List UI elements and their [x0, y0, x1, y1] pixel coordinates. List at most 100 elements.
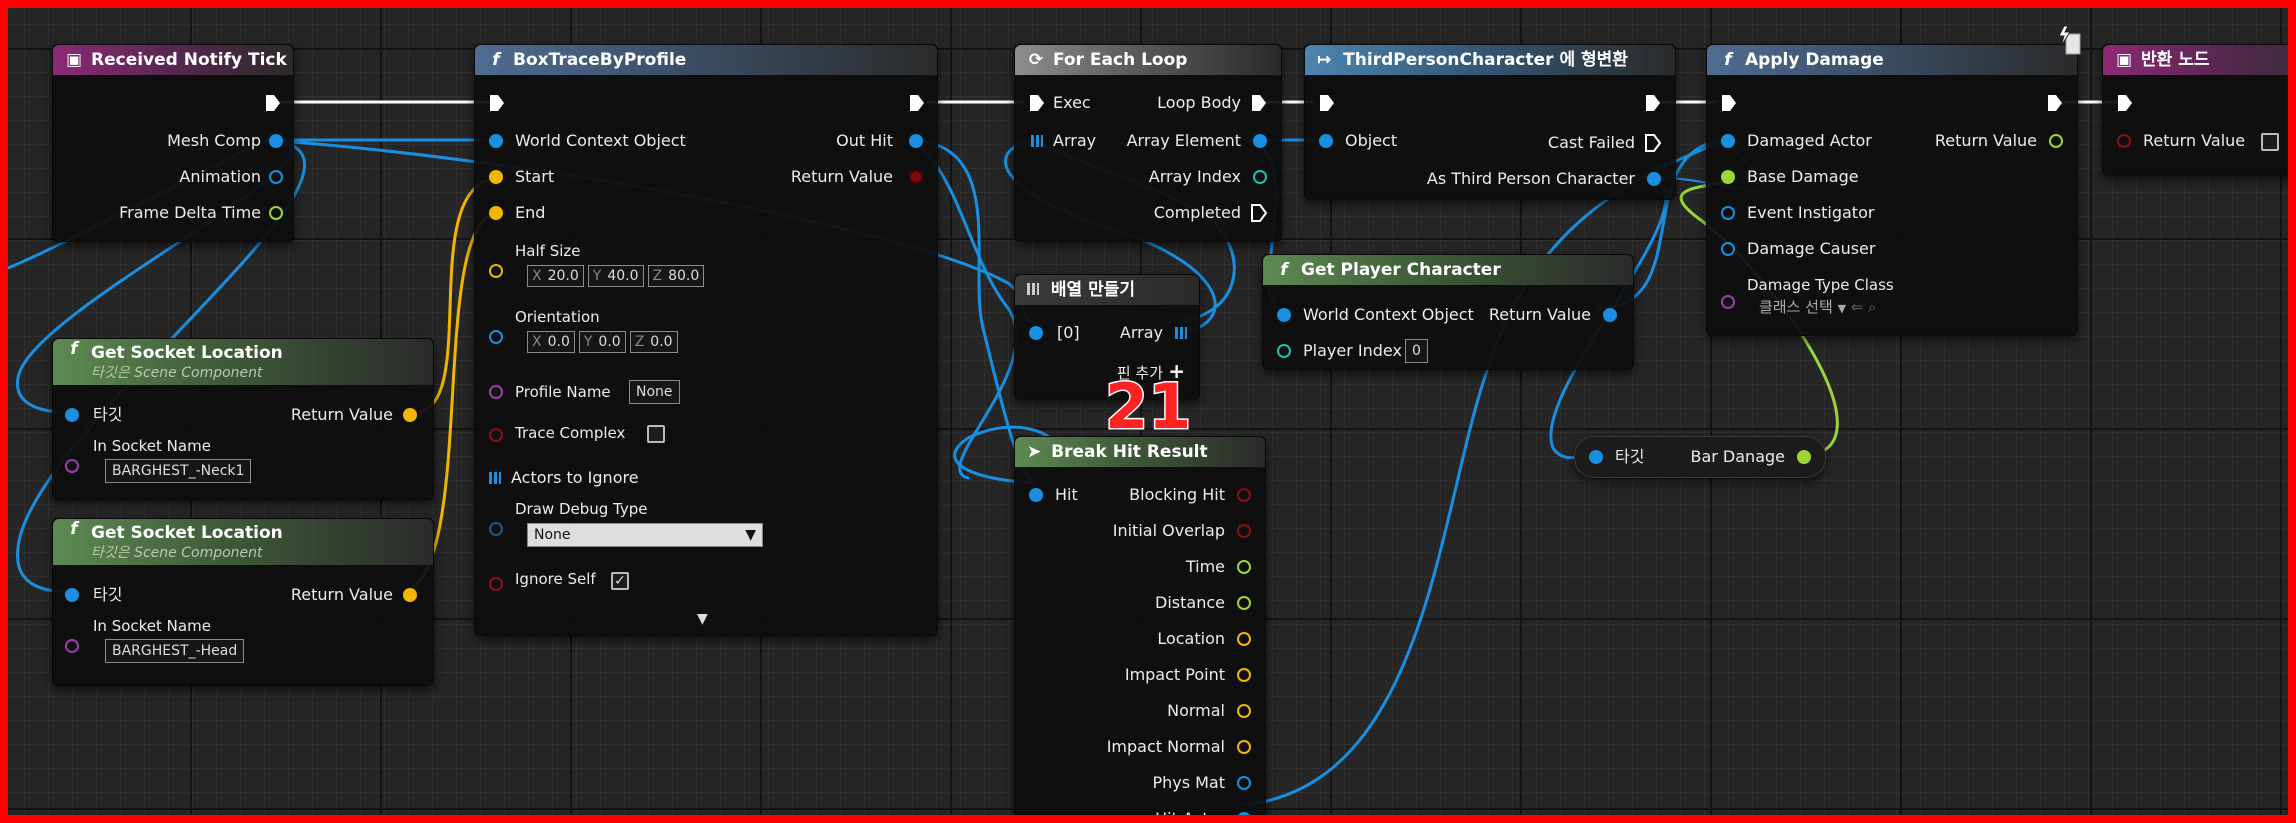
return-node[interactable]: ▣ 반환 노드 Return Value — [2102, 44, 2288, 176]
exec-out-pin[interactable] — [1645, 94, 1661, 112]
completed-pin[interactable] — [1251, 204, 1267, 222]
return-value-pin[interactable] — [2049, 134, 2063, 148]
distance-pin[interactable] — [1237, 596, 1251, 610]
get-player-character-node[interactable]: f Get Player Character World Context Obj… — [1262, 254, 1634, 370]
damage-causer-pin[interactable] — [1721, 242, 1735, 256]
time-pin[interactable] — [1237, 560, 1251, 574]
animation-pin[interactable] — [269, 170, 283, 184]
orientation-y-field[interactable]: Y 0.0 — [578, 331, 626, 353]
array-pin[interactable] — [1031, 135, 1043, 147]
frame-delta-time-pin[interactable] — [269, 206, 283, 220]
end-pin[interactable] — [489, 206, 503, 220]
cast-failed-pin[interactable] — [1645, 134, 1661, 152]
apply-damage-node[interactable]: f Apply Damage Damaged Actor Return Valu… — [1706, 44, 2078, 336]
orientation-z-field[interactable]: Z 0.0 — [629, 331, 678, 353]
trace-complex-checkbox[interactable] — [647, 425, 665, 443]
profile-name-pin[interactable] — [489, 385, 503, 399]
return-value-checkbox[interactable] — [2261, 133, 2279, 151]
blueprint-graph-canvas[interactable]: ▣ Received Notify Tick Mesh Comp Animati… — [8, 8, 2288, 815]
array-index-pin[interactable] — [1253, 170, 1267, 184]
exec-in-pin[interactable] — [1319, 94, 1335, 112]
draw-debug-type-pin[interactable] — [489, 522, 503, 536]
player-index-field[interactable]: 0 — [1405, 339, 1428, 363]
half-size-vector[interactable]: X 20.0 Y 40.0 Z 80.0 — [527, 265, 705, 287]
bar-damage-pin[interactable] — [1797, 450, 1811, 464]
loop-body-pin[interactable] — [1251, 94, 1267, 112]
back-arrow-icon[interactable]: ⇐ — [1851, 298, 1864, 316]
half-size-pin[interactable] — [489, 264, 503, 278]
in-socket-name-pin[interactable] — [65, 639, 79, 653]
received-notify-tick-node[interactable]: ▣ Received Notify Tick Mesh Comp Animati… — [52, 44, 294, 242]
impact-point-pin[interactable] — [1237, 668, 1251, 682]
as-third-person-character-pin[interactable] — [1647, 172, 1661, 186]
in-socket-name-pin[interactable] — [65, 459, 79, 473]
location-pin[interactable] — [1237, 632, 1251, 646]
exec-out-pin[interactable] — [2047, 94, 2063, 112]
advanced-expand-icon[interactable]: ▼ — [697, 611, 708, 627]
mesh-comp-pin[interactable] — [269, 134, 283, 148]
actors-to-ignore-pin[interactable] — [489, 472, 501, 484]
return-value-pin[interactable] — [909, 170, 923, 184]
ignore-self-checkbox[interactable]: ✓ — [611, 572, 629, 590]
for-each-loop-node[interactable]: ⟳ For Each Loop Exec Loop Body Array Arr… — [1014, 44, 1282, 242]
damaged-actor-pin[interactable] — [1721, 134, 1735, 148]
array-out-pin[interactable] — [1175, 327, 1187, 339]
ignore-self-pin[interactable] — [489, 577, 503, 591]
damaged-actor-label: Damaged Actor — [1747, 131, 1872, 150]
search-icon[interactable]: ⌕ — [1868, 298, 1876, 316]
draw-debug-type-dropdown[interactable]: None ▼ — [527, 523, 763, 547]
initial-overlap-pin[interactable] — [1237, 524, 1251, 538]
phys-mat-pin[interactable] — [1237, 776, 1251, 790]
base-damage-pin[interactable] — [1721, 170, 1735, 184]
cast-to-third-person-character-node[interactable]: ↦ ThirdPersonCharacter 에 형변환 Object Cast… — [1304, 44, 1676, 200]
bar-damage-variable-node[interactable]: 타깃 Bar Danage — [1574, 436, 1826, 478]
node-title: Apply Damage — [1745, 50, 1884, 70]
item-0-pin[interactable] — [1029, 326, 1043, 340]
target-pin[interactable] — [65, 408, 79, 422]
hit-pin[interactable] — [1029, 488, 1043, 502]
exec-in-pin[interactable] — [1721, 94, 1737, 112]
half-size-x-field[interactable]: X 20.0 — [527, 265, 584, 287]
target-pin[interactable] — [65, 588, 79, 602]
out-hit-pin[interactable] — [909, 134, 923, 148]
hit-actor-pin[interactable] — [1237, 812, 1251, 815]
exec-out-pin[interactable] — [909, 94, 925, 112]
normal-pin[interactable] — [1237, 704, 1251, 718]
trace-complex-pin[interactable] — [489, 428, 503, 442]
damage-type-class-pin[interactable] — [1721, 295, 1735, 309]
box-trace-by-profile-node[interactable]: f BoxTraceByProfile World Context Object… — [474, 44, 938, 636]
hit-label: Hit — [1055, 485, 1078, 504]
exec-out-pin[interactable] — [265, 94, 281, 112]
exec-in-pin[interactable] — [1029, 94, 1045, 112]
return-value-pin[interactable] — [1603, 308, 1617, 322]
orientation-pin[interactable] — [489, 330, 503, 344]
node-title: 반환 노드 — [2141, 50, 2210, 70]
array-element-pin[interactable] — [1253, 134, 1267, 148]
impact-normal-pin[interactable] — [1237, 740, 1251, 754]
event-instigator-pin[interactable] — [1721, 206, 1735, 220]
player-index-pin[interactable] — [1277, 344, 1291, 358]
half-size-z-field[interactable]: Z 80.0 — [647, 265, 705, 287]
return-value-pin[interactable] — [403, 408, 417, 422]
half-size-y-field[interactable]: Y 40.0 — [587, 265, 644, 287]
class-select-dropdown[interactable]: 클래스 선택 ▼ ⇐ ⌕ — [1759, 295, 1877, 319]
world-context-pin[interactable] — [489, 134, 503, 148]
in-socket-name-label: In Socket Name — [93, 617, 211, 635]
return-value-pin[interactable] — [403, 588, 417, 602]
exec-in-pin[interactable] — [2117, 94, 2133, 112]
exec-in-pin[interactable] — [489, 94, 505, 112]
orientation-x-field[interactable]: X 0.0 — [527, 331, 575, 353]
socket-name-field[interactable]: BARGHEST_-Neck1 — [105, 459, 252, 483]
world-context-pin[interactable] — [1277, 308, 1291, 322]
start-pin[interactable] — [489, 170, 503, 184]
get-socket-location-node-2[interactable]: f Get Socket Location 타깃은 Scene Componen… — [52, 518, 434, 686]
blocking-hit-pin[interactable] — [1237, 488, 1251, 502]
object-pin[interactable] — [1319, 134, 1333, 148]
socket-name-field[interactable]: BARGHEST_-Head — [105, 639, 245, 663]
profile-name-field[interactable]: None — [629, 380, 680, 404]
return-value-pin[interactable] — [2117, 134, 2131, 148]
target-pin[interactable] — [1589, 450, 1603, 464]
break-hit-result-node[interactable]: ➤ Break Hit Result Hit Blocking Hit Init… — [1014, 436, 1266, 815]
orientation-vector[interactable]: X 0.0 Y 0.0 Z 0.0 — [527, 331, 678, 353]
get-socket-location-node-1[interactable]: f Get Socket Location 타깃은 Scene Componen… — [52, 338, 434, 500]
